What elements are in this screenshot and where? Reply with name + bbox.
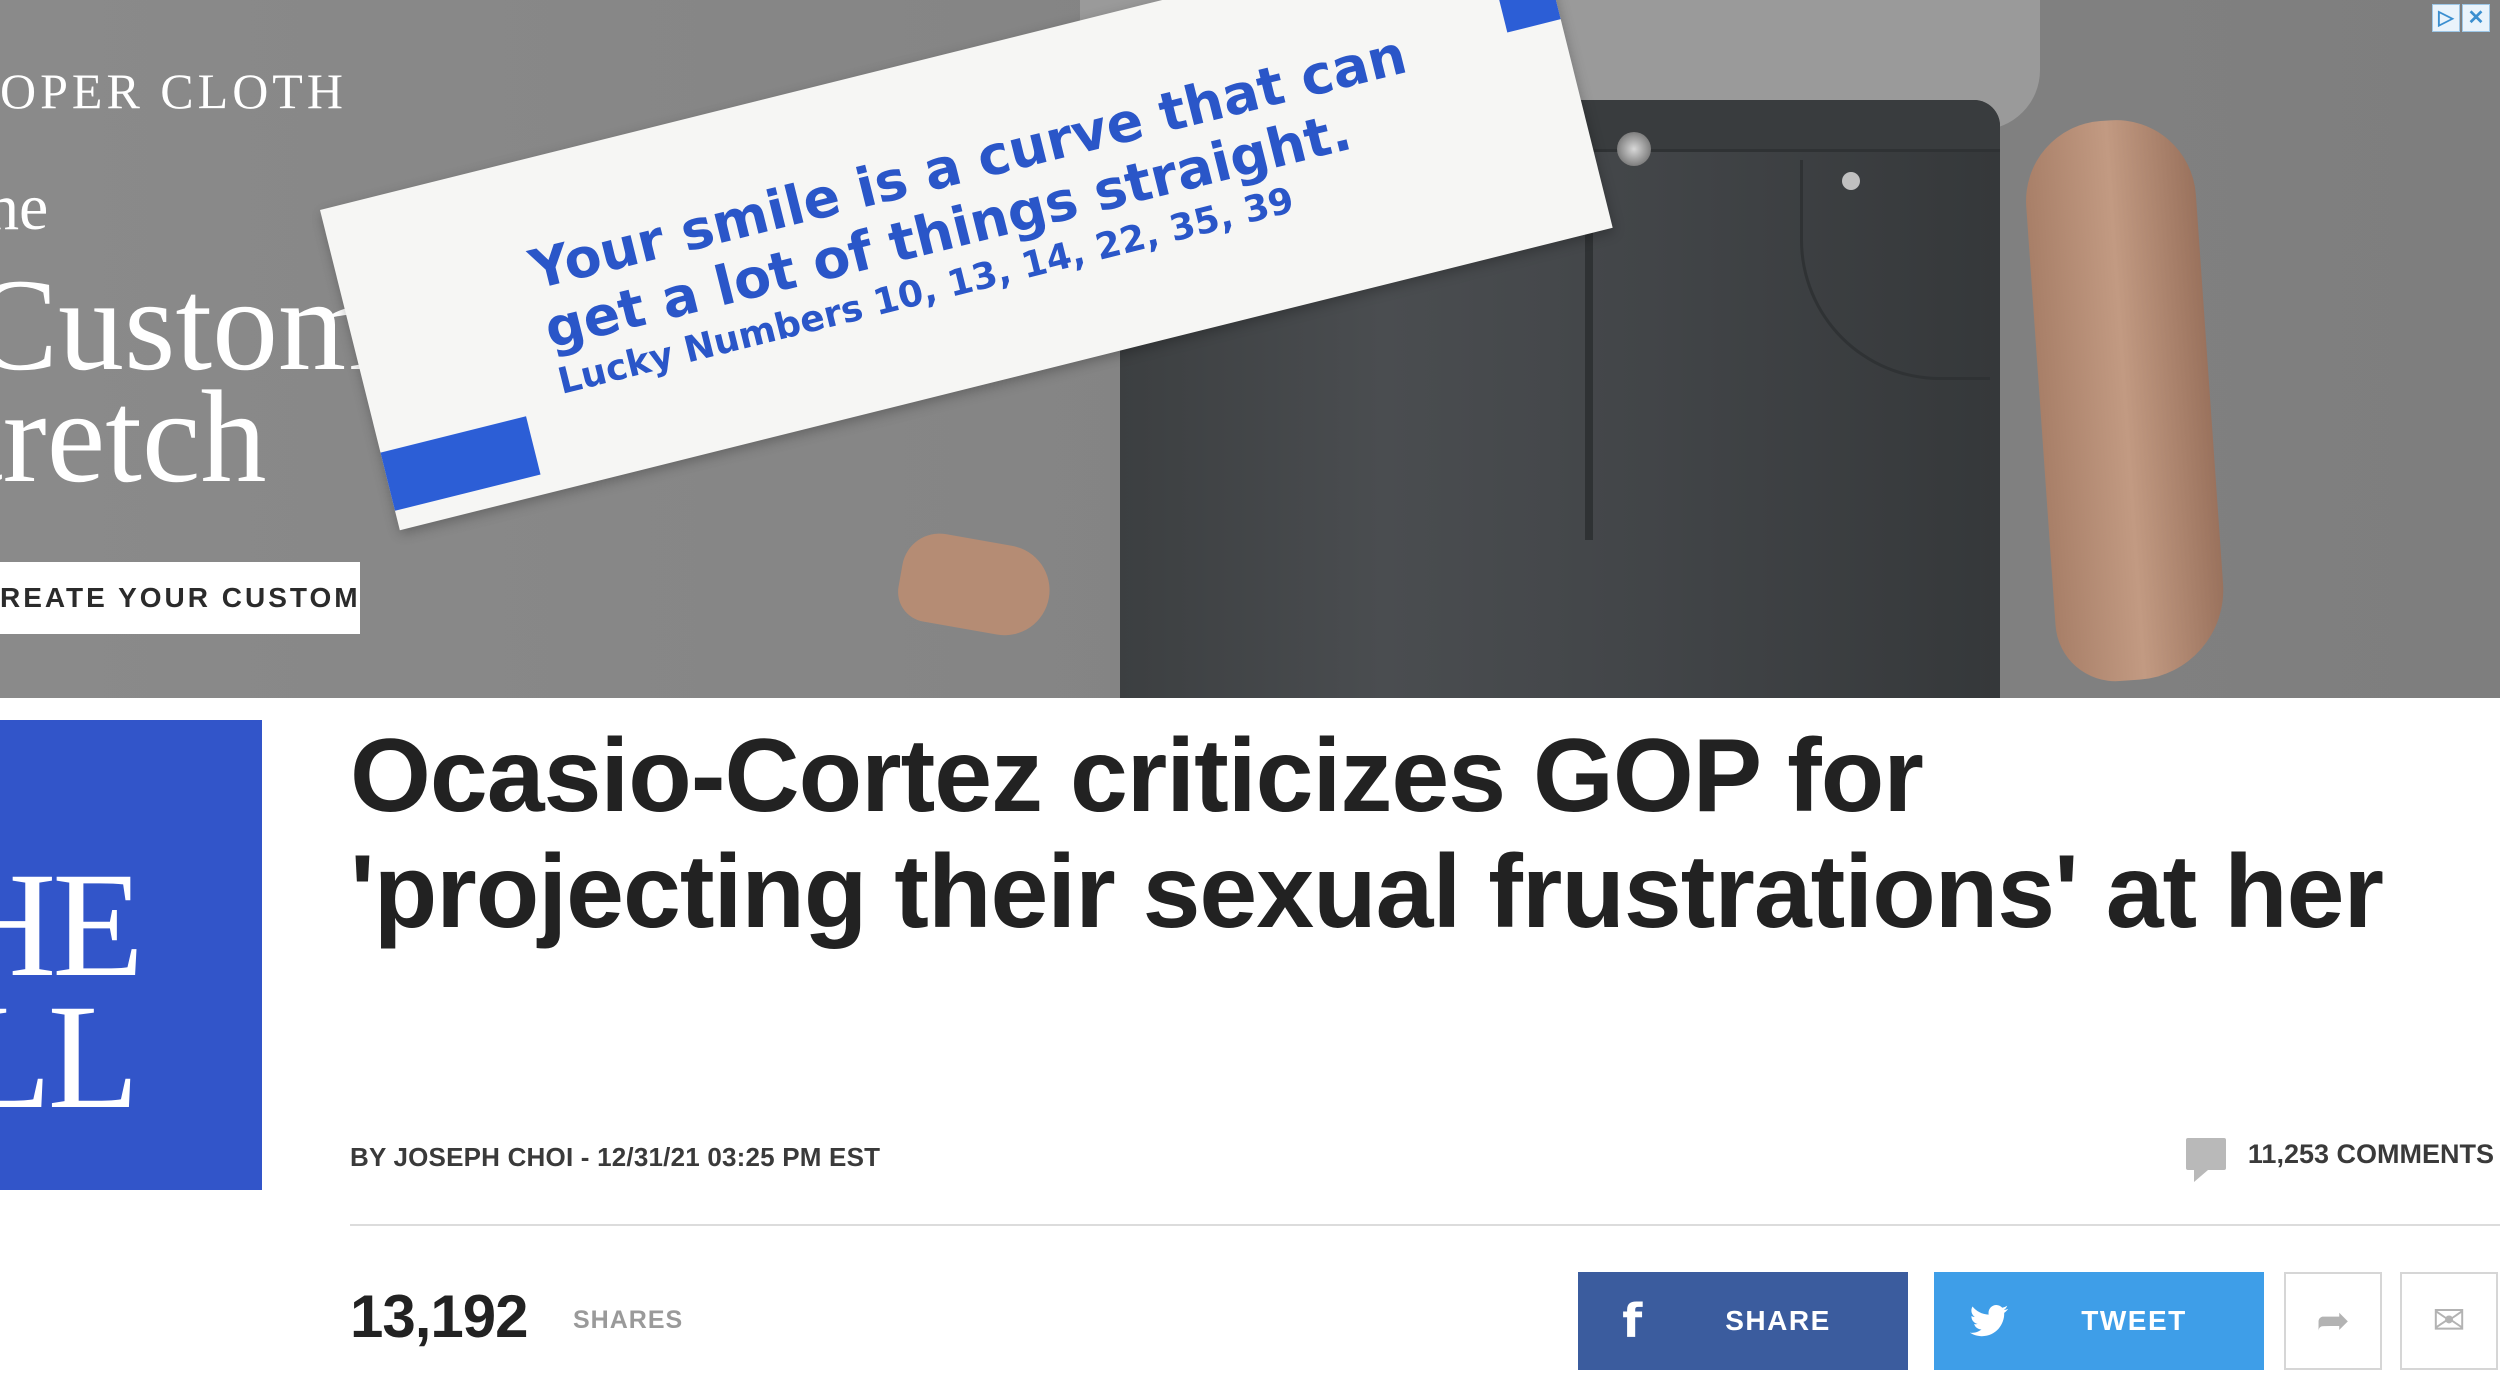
fortune-blue-mark xyxy=(380,416,541,511)
comment-icon xyxy=(2185,1138,2226,1182)
adchoices-icon[interactable]: ▷ xyxy=(2432,4,2460,32)
share-button[interactable]: ➦ xyxy=(2284,1272,2382,1370)
article-headline: Ocasio-Cortez criticizes GOP for 'projec… xyxy=(350,718,2384,950)
email-button[interactable]: ✉ xyxy=(2400,1272,2498,1370)
ad-headline-prefix: he xyxy=(0,171,49,244)
ad-headline-line2: tretch xyxy=(0,363,267,510)
logo-text-line2: LL xyxy=(0,974,139,1140)
model-arm xyxy=(2020,114,2230,686)
twitter-tweet-label: TWEET xyxy=(2081,1305,2187,1336)
ad-brand-name: OPER CLOTH xyxy=(0,63,347,119)
share-arrow-icon: ➦ xyxy=(2316,1298,2350,1344)
fortune-blue-mark xyxy=(1492,0,1561,33)
facebook-icon: f xyxy=(1622,1294,1644,1348)
facebook-share-label: SHARE xyxy=(1725,1305,1831,1336)
shares-label: SHARES xyxy=(573,1306,684,1334)
site-logo[interactable]: HE LL xyxy=(0,720,262,1190)
comments-link[interactable]: 11,253 COMMENTS xyxy=(2185,1138,2494,1182)
ad-cta-button[interactable]: REATE YOUR CUSTOM xyxy=(0,562,360,634)
ad-choices[interactable]: ▷ ✕ xyxy=(2432,4,2490,34)
twitter-icon xyxy=(1934,1294,2044,1348)
jeans-button xyxy=(1617,132,1651,166)
close-icon[interactable]: ✕ xyxy=(2462,4,2490,32)
mail-icon: ✉ xyxy=(2432,1298,2466,1344)
comment-count: 11,253 COMMENTS xyxy=(2247,1138,2494,1169)
jeans-rivet xyxy=(1842,172,1860,190)
model-hand xyxy=(893,527,1057,643)
article-byline: BY JOSEPH CHOI - 12/31/21 03:25 PM EST xyxy=(350,1142,881,1172)
divider xyxy=(350,1224,2500,1226)
facebook-share-button[interactable]: f SHARE xyxy=(1578,1272,1908,1370)
shares-count: 13,192 xyxy=(350,1283,529,1350)
twitter-tweet-button[interactable]: TWEET xyxy=(1934,1272,2264,1370)
